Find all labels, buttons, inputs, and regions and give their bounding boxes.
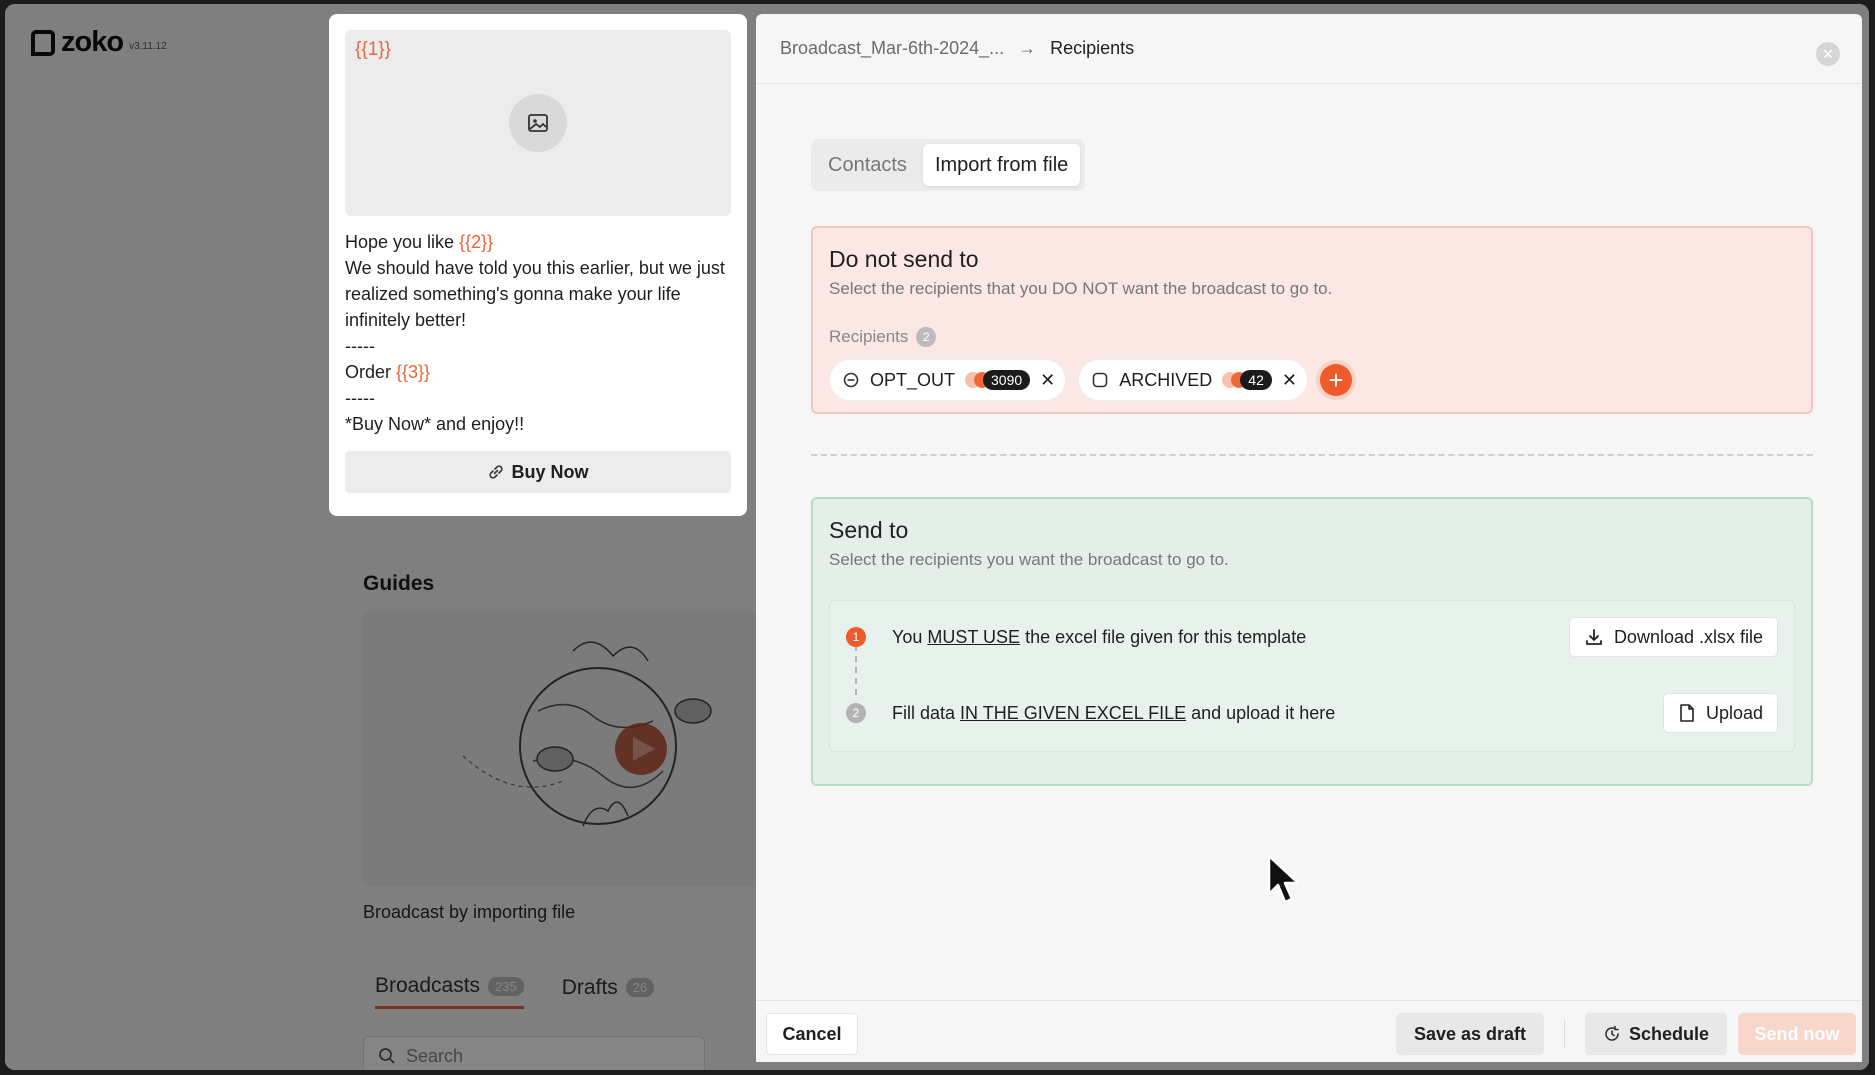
recipients-count-badge: 2 <box>916 327 937 347</box>
panel-footer: Cancel Save as draft Schedule Send now <box>756 1000 1862 1062</box>
preview-variable: {{3}} <box>396 362 431 382</box>
send-to-section: Send to Select the recipients you want t… <box>811 497 1813 786</box>
chip-count: 42 <box>1222 370 1272 390</box>
chip-label: ARCHIVED <box>1119 369 1213 390</box>
step-emphasis: MUST USE <box>927 626 1021 647</box>
remove-chip-icon[interactable]: ✕ <box>1282 370 1297 391</box>
breadcrumb-parent[interactable]: Broadcast_Mar-6th-2024_... <box>780 38 1004 59</box>
recipient-chip-opt-out[interactable]: OPT_OUT 3090 ✕ <box>829 359 1067 401</box>
recipients-panel: Broadcast_Mar-6th-2024_... → Recipients … <box>756 14 1862 1062</box>
step-text: and upload it here <box>1191 702 1336 723</box>
upload-button[interactable]: Upload <box>1662 693 1778 733</box>
opt-out-icon <box>843 372 859 388</box>
download-label: Download .xlsx file <box>1613 626 1763 647</box>
step-text: You <box>892 626 923 647</box>
app-window: zoko v3.11.12 Guides Broadcast by import… <box>5 4 1869 1070</box>
footer-divider <box>1564 1019 1565 1049</box>
save-as-draft-button[interactable]: Save as draft <box>1396 1013 1544 1055</box>
image-icon <box>509 94 567 152</box>
breadcrumb-current: Recipients <box>1050 38 1135 58</box>
do-not-send-title: Do not send to <box>829 246 979 272</box>
preview-button-label: Buy Now <box>511 461 589 482</box>
step-download: 1 You MUST USE the excel file given for … <box>846 617 1778 657</box>
chip-label: OPT_OUT <box>870 369 956 390</box>
step-text: Fill data <box>892 702 956 723</box>
template-preview: {{1}} Hope you like {{2}} We should have… <box>329 14 747 516</box>
tab-contacts[interactable]: Contacts <box>816 144 919 186</box>
remove-chip-icon[interactable]: ✕ <box>1040 370 1055 391</box>
preview-media-placeholder: {{1}} <box>345 30 731 216</box>
add-recipient-button[interactable]: + <box>1319 364 1352 396</box>
send-now-button[interactable]: Send now <box>1738 1013 1856 1055</box>
step-emphasis: IN THE GIVEN EXCEL FILE <box>960 702 1187 723</box>
chip-count-value: 3090 <box>983 370 1031 390</box>
preview-order: Order <box>345 362 397 382</box>
cancel-button[interactable]: Cancel <box>766 1013 858 1055</box>
send-to-title: Send to <box>829 517 909 543</box>
recipient-chips: OPT_OUT 3090 ✕ ARCHIVED 42 ✕ + <box>829 359 1795 401</box>
section-divider <box>811 454 1813 456</box>
preview-message: Hope you like {{2}} We should have told … <box>345 229 731 437</box>
preview-line: Hope you like <box>345 232 460 252</box>
preview-body-text: We should have told you this earlier, bu… <box>345 258 725 330</box>
preview-variable: {{2}} <box>459 232 494 252</box>
preview-buy-now-button: Buy Now <box>345 451 731 493</box>
archive-icon <box>1092 372 1108 388</box>
recipients-label-text: Recipients <box>829 327 909 346</box>
chip-count: 3090 <box>965 370 1031 390</box>
send-to-subtitle: Select the recipients you want the broad… <box>829 550 1229 569</box>
breadcrumb: Broadcast_Mar-6th-2024_... → Recipients <box>756 14 1862 84</box>
download-icon <box>1586 629 1602 645</box>
step-number: 2 <box>846 703 866 723</box>
schedule-button[interactable]: Schedule <box>1585 1013 1727 1055</box>
step-text: the excel file given for this template <box>1025 626 1307 647</box>
recipient-source-tabs: Contacts Import from file <box>811 139 1086 191</box>
recipient-chip-archived[interactable]: ARCHIVED 42 ✕ <box>1078 359 1308 401</box>
upload-label: Upload <box>1705 702 1763 723</box>
step-number: 1 <box>846 627 866 647</box>
download-xlsx-button[interactable]: Download .xlsx file <box>1568 617 1778 657</box>
do-not-send-section: Do not send to Select the recipients tha… <box>811 226 1813 414</box>
preview-closing: *Buy Now* and enjoy!! <box>345 414 525 434</box>
tab-import-from-file[interactable]: Import from file <box>922 144 1081 186</box>
schedule-icon <box>1605 1025 1619 1041</box>
schedule-label: Schedule <box>1628 1023 1710 1044</box>
close-icon[interactable]: ✕ <box>1816 42 1840 66</box>
import-steps: 1 You MUST USE the excel file given for … <box>829 600 1795 752</box>
do-not-send-subtitle: Select the recipients that you DO NOT wa… <box>829 279 1333 298</box>
preview-separator: ----- <box>345 388 375 408</box>
step-upload: 2 Fill data IN THE GIVEN EXCEL FILE and … <box>846 693 1778 733</box>
recipients-label: Recipients 2 <box>829 327 1795 347</box>
arrow-right-icon: → <box>1018 38 1037 58</box>
preview-separator: ----- <box>345 336 375 356</box>
file-icon <box>1680 704 1694 722</box>
chip-count-value: 42 <box>1240 370 1272 390</box>
media-variable: {{1}} <box>355 39 391 60</box>
link-icon <box>489 465 504 479</box>
mouse-cursor-icon <box>1267 854 1301 911</box>
